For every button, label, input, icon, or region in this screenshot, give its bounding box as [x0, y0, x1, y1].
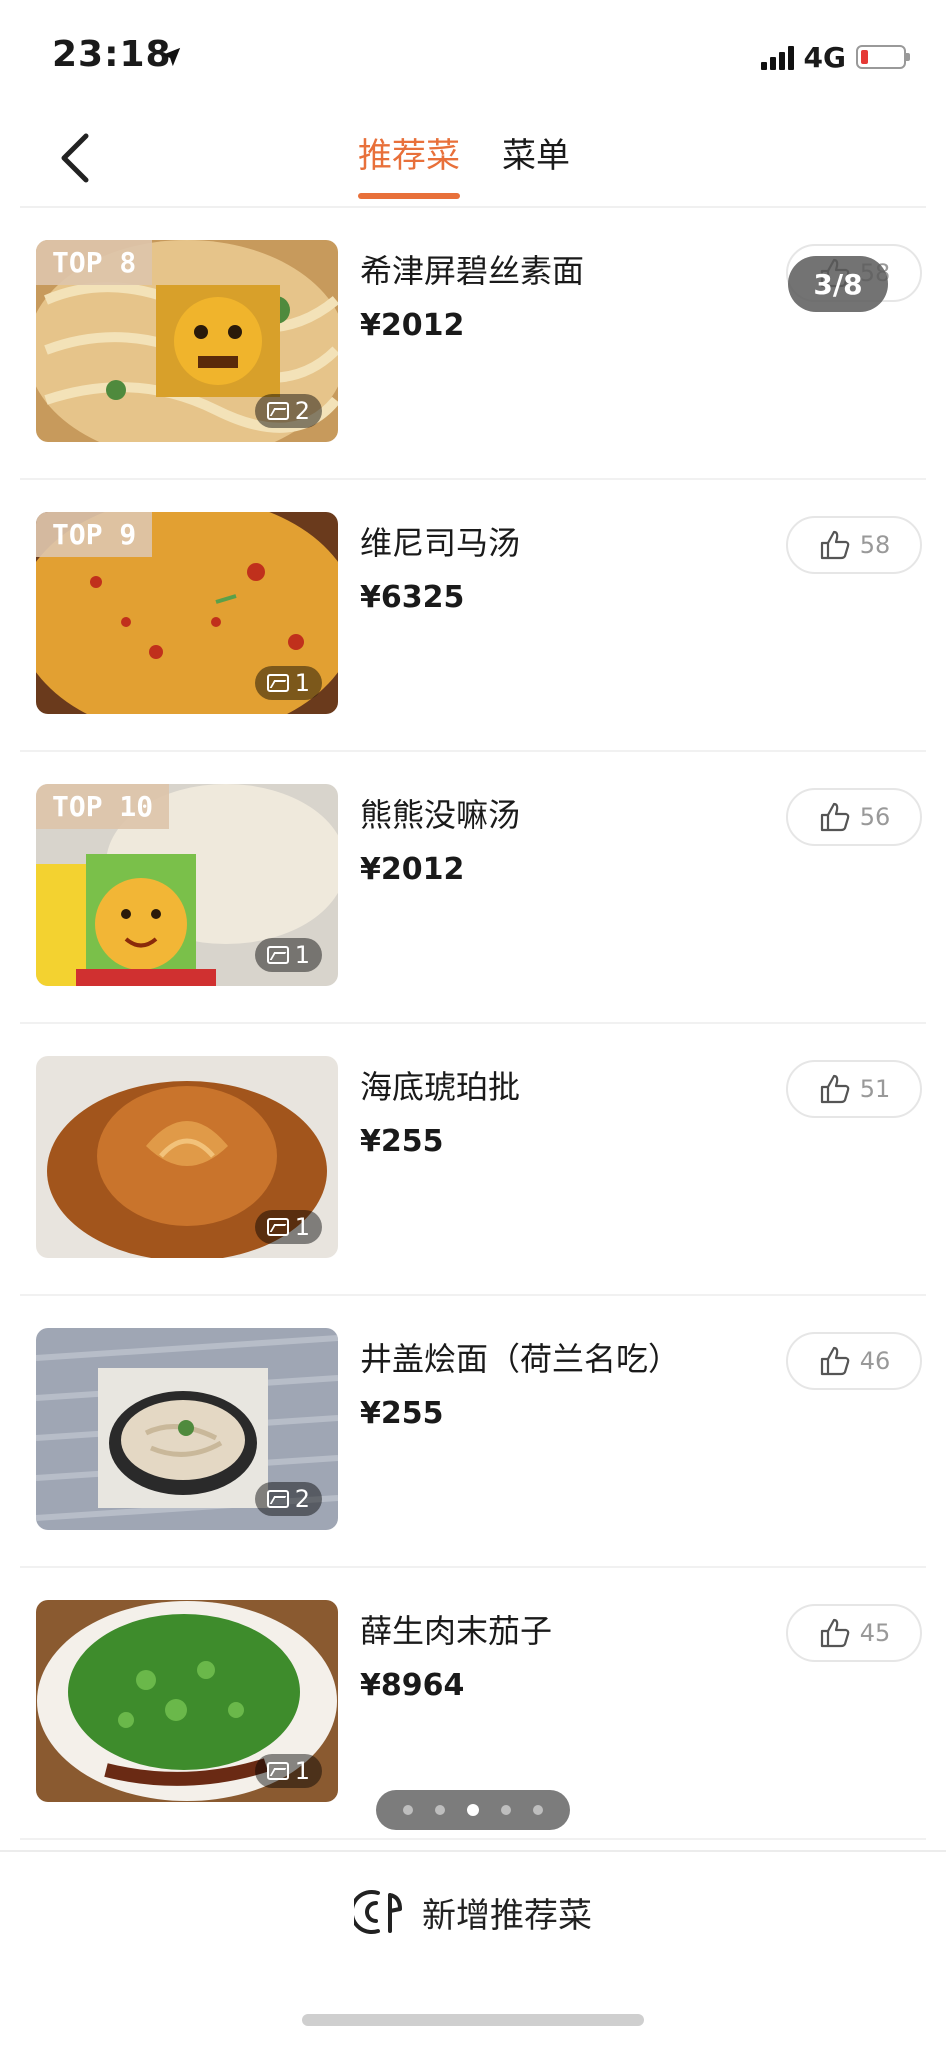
picture-icon — [266, 1762, 289, 1780]
tab-bar: 推荐菜 菜单 — [358, 128, 570, 199]
dish-photo[interactable]: TOP 9 1 — [36, 512, 338, 714]
like-button[interactable]: 56 — [786, 788, 922, 846]
dish-photo[interactable]: 1 — [36, 1056, 338, 1258]
dish-add-icon — [354, 1890, 402, 1934]
battery-icon — [856, 45, 910, 69]
rank-badge: TOP 8 — [36, 240, 153, 285]
dish-price: ¥6325 — [360, 580, 465, 615]
page-dot[interactable] — [403, 1805, 413, 1815]
dish-list: TOP 8 2 希津屏碧丝素面 ¥2012 58 TOP 9 1 维尼司马汤 ¥… — [0, 208, 946, 1840]
back-icon[interactable] — [52, 128, 102, 188]
image-count: 1 — [254, 666, 322, 700]
dish-price: ¥255 — [360, 1396, 444, 1431]
status-indicators: 4G — [760, 40, 910, 74]
like-count: 58 — [859, 531, 891, 559]
page-dot[interactable] — [533, 1805, 543, 1815]
list-item[interactable]: TOP 8 2 希津屏碧丝素面 ¥2012 58 — [20, 208, 926, 480]
dish-name: 薛生肉末茄子 — [360, 1612, 553, 1650]
status-time: 23:18 — [52, 34, 172, 75]
picture-icon — [266, 1218, 289, 1236]
like-button[interactable]: 46 — [786, 1332, 922, 1390]
thumbs-up-icon — [820, 530, 850, 560]
thumbs-up-icon — [820, 802, 850, 832]
like-count: 45 — [859, 1619, 891, 1647]
dish-price: ¥255 — [360, 1124, 444, 1159]
thumbs-up-icon — [820, 1346, 850, 1376]
image-count: 2 — [254, 394, 322, 428]
page-dot[interactable] — [501, 1805, 511, 1815]
add-recommended-dish-button[interactable]: 新增推荐菜 — [0, 1852, 946, 1972]
dish-price: ¥8964 — [360, 1668, 465, 1703]
picture-icon — [266, 946, 289, 964]
dish-photo[interactable]: 1 — [36, 1600, 338, 1802]
like-button[interactable]: 51 — [786, 1060, 922, 1118]
image-count: 1 — [254, 1754, 322, 1788]
image-count: 1 — [254, 938, 322, 972]
thumbs-up-icon — [820, 1074, 850, 1104]
tab-menu[interactable]: 菜单 — [502, 128, 570, 199]
page-indicator — [376, 1790, 570, 1830]
location-arrow-icon — [161, 47, 181, 67]
picture-icon — [266, 402, 289, 420]
add-recommended-dish-label: 新增推荐菜 — [422, 1895, 592, 1936]
like-count: 51 — [859, 1075, 891, 1103]
home-indicator — [302, 2014, 644, 2026]
image-counter-overlay: 3/8 — [788, 256, 888, 312]
list-item[interactable]: TOP 9 1 维尼司马汤 ¥6325 58 — [20, 480, 926, 752]
like-count: 46 — [859, 1347, 891, 1375]
dish-photo[interactable]: 2 — [36, 1328, 338, 1530]
dish-price: ¥2012 — [360, 308, 465, 343]
image-count: 1 — [254, 1210, 322, 1244]
signal-icon — [760, 44, 794, 70]
list-item[interactable]: 2 井盖烩面（荷兰名吃） ¥255 46 — [20, 1296, 926, 1568]
page-dot[interactable] — [435, 1805, 445, 1815]
dish-name: 海底琥珀批 — [360, 1068, 521, 1106]
like-button[interactable]: 45 — [786, 1604, 922, 1662]
rank-badge: TOP 10 — [36, 784, 170, 829]
picture-icon — [266, 1490, 289, 1508]
dish-name: 维尼司马汤 — [360, 524, 521, 562]
list-item[interactable]: TOP 10 1 熊熊没嘛汤 ¥2012 56 — [20, 752, 926, 1024]
page-dot-active[interactable] — [467, 1804, 479, 1816]
dish-price: ¥2012 — [360, 852, 465, 887]
network-label: 4G — [803, 40, 846, 74]
picture-icon — [266, 674, 289, 692]
rank-badge: TOP 9 — [36, 512, 153, 557]
header: 推荐菜 菜单 — [0, 110, 946, 206]
dish-name: 井盖烩面（荷兰名吃） — [360, 1340, 681, 1378]
tab-recommended[interactable]: 推荐菜 — [358, 128, 460, 199]
like-count: 56 — [859, 803, 891, 831]
dish-photo[interactable]: TOP 10 1 — [36, 784, 338, 986]
dish-name: 熊熊没嘛汤 — [360, 796, 521, 834]
dish-name: 希津屏碧丝素面 — [360, 252, 585, 290]
image-count: 2 — [254, 1482, 322, 1516]
dish-photo[interactable]: TOP 8 2 — [36, 240, 338, 442]
like-button[interactable]: 58 — [786, 516, 922, 574]
status-bar: 23:18 4G — [0, 0, 946, 110]
thumbs-up-icon — [820, 1618, 850, 1648]
list-item[interactable]: 1 海底琥珀批 ¥255 51 — [20, 1024, 926, 1296]
